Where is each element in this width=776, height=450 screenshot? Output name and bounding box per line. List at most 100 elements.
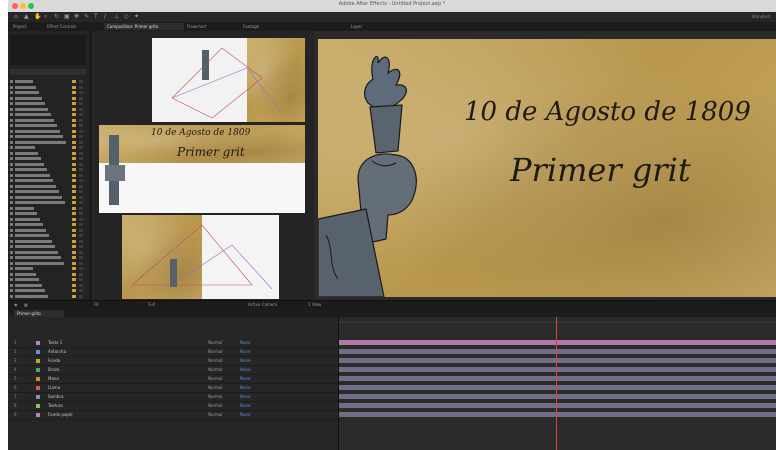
resolution-dropdown[interactable]: Full (148, 302, 155, 308)
project-item[interactable] (10, 283, 88, 288)
layer-duration-bar[interactable] (339, 385, 776, 390)
project-item[interactable] (10, 134, 88, 139)
layer-duration-bar[interactable] (339, 376, 776, 381)
layer-parent-dropdown[interactable]: None (240, 358, 250, 363)
layer-parent-dropdown[interactable]: None (240, 367, 250, 372)
eraser-icon[interactable]: ◇ (124, 14, 130, 20)
project-item[interactable] (10, 222, 88, 227)
project-item[interactable] (10, 206, 88, 211)
layer-mode-dropdown[interactable]: Normal (208, 394, 222, 399)
project-item[interactable] (10, 189, 88, 194)
camera-dropdown[interactable]: Active Camera (248, 302, 277, 308)
layer-name[interactable]: Fondo (48, 358, 60, 363)
project-item[interactable] (10, 288, 88, 293)
layer-label-color[interactable] (36, 341, 40, 345)
project-item[interactable] (10, 184, 88, 189)
layer-parent-dropdown[interactable]: None (240, 394, 250, 399)
layer-track[interactable] (339, 402, 776, 410)
layer-parent-dropdown[interactable]: None (240, 340, 250, 345)
project-item[interactable] (10, 129, 88, 134)
layer-mode-dropdown[interactable]: Normal (208, 358, 222, 363)
home-icon[interactable]: ⌂ (14, 14, 20, 20)
project-item[interactable] (10, 233, 88, 238)
layer-track[interactable] (339, 411, 776, 419)
project-item[interactable] (10, 211, 88, 216)
layer-mode-dropdown[interactable]: Normal (208, 340, 222, 345)
layer-row[interactable]: 9 Fondo papel Normal None (8, 411, 338, 420)
layer-parent-dropdown[interactable]: None (240, 412, 250, 417)
timeline-tracks[interactable] (339, 317, 776, 450)
layer-label-color[interactable] (36, 395, 40, 399)
layer-name[interactable]: Sombra (48, 394, 64, 399)
project-item[interactable] (10, 79, 88, 84)
layer-name[interactable]: Fondo papel (48, 412, 73, 417)
project-item[interactable] (10, 167, 88, 172)
project-item[interactable] (10, 112, 88, 117)
project-item[interactable] (10, 118, 88, 123)
rotate-icon[interactable]: ↻ (54, 14, 60, 20)
layer-row[interactable]: 5 Mano Normal None (8, 375, 338, 384)
project-item[interactable] (10, 123, 88, 128)
composition-viewer[interactable]: 10 de Agosto de 1809 Primer grit (314, 31, 776, 300)
layer-mode-dropdown[interactable]: Normal (208, 376, 222, 381)
layer-row[interactable]: 7 Sombra Normal None (8, 393, 338, 402)
tab-project[interactable]: Project (10, 23, 46, 30)
pan-icon[interactable]: ✥ (74, 14, 80, 20)
layer-row[interactable]: 1 Texto 1 Normal None (8, 339, 338, 348)
camera-icon[interactable]: ▣ (64, 14, 70, 20)
layer-name[interactable]: Antorcha (48, 349, 66, 354)
layer-track[interactable] (339, 339, 776, 347)
layer-duration-bar[interactable] (339, 358, 776, 363)
hand-icon[interactable]: ✋ (34, 14, 41, 20)
layer-duration-bar[interactable] (339, 349, 776, 354)
project-item[interactable] (10, 140, 88, 145)
layer-mode-dropdown[interactable]: Normal (208, 385, 222, 390)
zoom-dropdown[interactable]: Fit (94, 302, 99, 308)
layer-duration-bar[interactable] (339, 367, 776, 372)
project-item[interactable] (10, 217, 88, 222)
layer-duration-bar[interactable] (339, 340, 776, 345)
project-item[interactable] (10, 178, 88, 183)
project-item[interactable] (10, 250, 88, 255)
tab-footage[interactable]: Footage (240, 23, 306, 30)
project-item[interactable] (10, 200, 88, 205)
preview-thumbnail-1[interactable] (152, 38, 305, 122)
layer-parent-dropdown[interactable]: None (240, 385, 250, 390)
layer-label-color[interactable] (36, 377, 40, 381)
project-item[interactable] (10, 228, 88, 233)
layer-track[interactable] (339, 357, 776, 365)
layer-parent-dropdown[interactable]: None (240, 403, 250, 408)
project-item[interactable] (10, 294, 88, 299)
project-item[interactable] (10, 266, 88, 271)
preview-thumbnail-3[interactable] (122, 215, 279, 299)
layer-mode-dropdown[interactable]: Normal (208, 349, 222, 354)
layer-parent-dropdown[interactable]: None (240, 349, 250, 354)
layer-mode-dropdown[interactable]: Normal (208, 403, 222, 408)
project-item[interactable] (10, 151, 88, 156)
tab-layer[interactable]: Layer (348, 23, 414, 30)
view-layout-dropdown[interactable]: 1 View (308, 302, 321, 308)
project-item[interactable] (10, 85, 88, 90)
layer-label-color[interactable] (36, 386, 40, 390)
layer-row[interactable]: 3 Fondo Normal None (8, 357, 338, 366)
project-item[interactable] (10, 261, 88, 266)
project-item[interactable] (10, 272, 88, 277)
workspace-label[interactable]: Standard (752, 14, 770, 19)
layer-track[interactable] (339, 366, 776, 374)
layer-duration-bar[interactable] (339, 412, 776, 417)
puppet-icon[interactable]: ✦ (134, 14, 140, 20)
layer-duration-bar[interactable] (339, 394, 776, 399)
layer-row[interactable]: 8 Textura Normal None (8, 402, 338, 411)
layer-mode-dropdown[interactable]: Normal (208, 412, 222, 417)
layer-track[interactable] (339, 375, 776, 383)
layer-label-color[interactable] (36, 404, 40, 408)
layer-name[interactable]: Mano (48, 376, 59, 381)
layer-label-color[interactable] (36, 413, 40, 417)
project-item[interactable] (10, 239, 88, 244)
project-search-input[interactable] (10, 69, 86, 75)
project-item[interactable] (10, 255, 88, 260)
project-item[interactable] (10, 145, 88, 150)
project-item[interactable] (10, 162, 88, 167)
layer-mode-dropdown[interactable]: Normal (208, 367, 222, 372)
stamp-icon[interactable]: ⊥ (114, 14, 120, 20)
